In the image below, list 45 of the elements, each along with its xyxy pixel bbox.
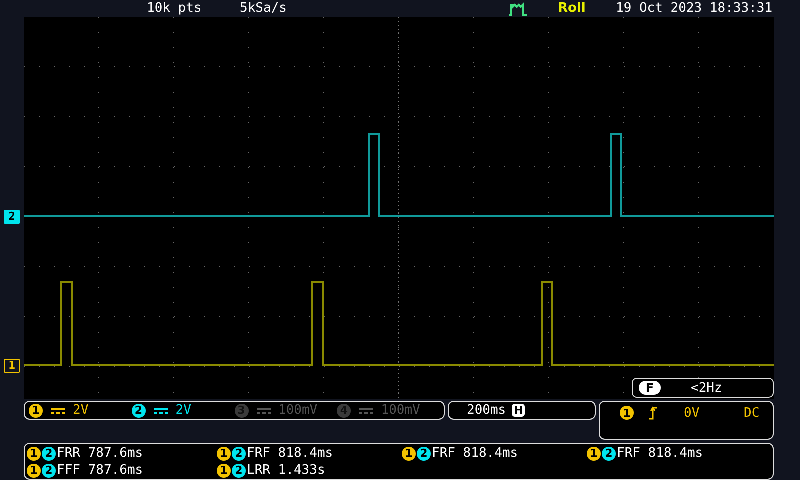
channel-scale: 2V [73,403,89,418]
measurement-reading: FRR 787.6ms [57,446,144,461]
trigger-level: 0V [684,406,701,421]
source-badge: 2 [232,446,246,460]
source-badge: 2 [602,446,616,460]
timebase-value: 200ms [467,403,506,418]
horizontal-label: H [512,404,526,417]
channel-marker[interactable]: 1 [4,359,20,373]
roll-waveform-icon [508,2,528,16]
timebase-panel[interactable]: 200ms H [448,401,596,420]
rising-edge-icon [648,406,658,420]
trigger-source: 1 [620,406,634,420]
channel-scale: 2V [176,403,192,418]
measurement-reading: FRF 818.4ms [432,446,518,461]
measurement-reading: FFF 787.6ms [57,463,144,478]
sample-rate: 5kSa/s [240,1,288,16]
channel-scale: 100mV [381,403,420,418]
memory-depth: 10k pts [147,1,203,16]
source-badge: 2 [417,446,431,460]
frequency-label: F [639,381,661,395]
date-time: 19 Oct 2023 18:33:31 [616,1,773,16]
dc-coupling-icon [256,408,270,414]
channel-scale: 100mV [278,403,318,418]
source-badge: 2 [42,464,56,478]
channel-badge[interactable]: 2 [132,404,146,418]
frequency-value: <2Hz [691,380,722,396]
measurement-reading: FRF 818.4ms [247,446,334,461]
source-badge: 1 [402,446,416,460]
dc-coupling-icon [51,408,65,414]
acquisition-mode: Roll [558,1,587,16]
source-badge: 1 [217,446,231,460]
source-badge: 1 [27,464,41,478]
source-badge: 1 [27,446,41,460]
source-badge: 1 [217,464,231,478]
source-badge: 2 [232,464,246,478]
dc-coupling-icon [359,408,374,414]
trigger-panel[interactable]: 1 0V DC [599,401,774,440]
source-badge: 1 [587,446,601,460]
dc-coupling-icon [154,408,168,414]
measurement-reading: LRR 1.433s [247,463,326,478]
channel-badge[interactable]: 1 [29,404,43,418]
trigger-coupling: DC [744,406,760,421]
channel-marker[interactable]: 2 [4,210,20,224]
source-badge: 2 [42,446,56,460]
measurement-reading: FRF 818.4ms [617,446,704,461]
